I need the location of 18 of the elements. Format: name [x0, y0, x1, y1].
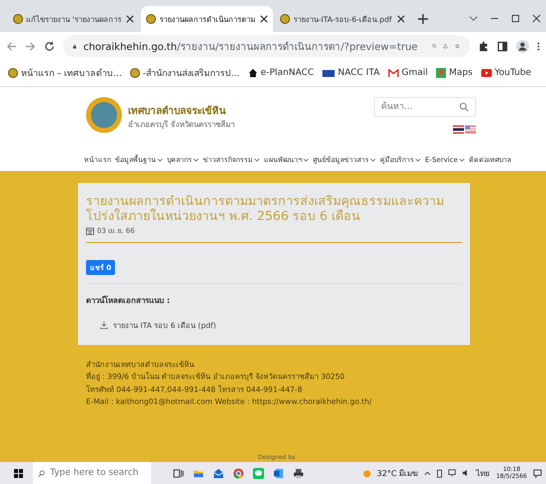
bookmark-link[interactable]: -สำนักงานส่งเสริมการป... [130, 66, 240, 80]
bookmark-link[interactable]: e-PlanNACC [248, 68, 314, 78]
bookmark-link[interactable]: YouTube [480, 68, 532, 78]
site-subtitle: อำเภอครบุรี จังหวัดนครราชสีมา [128, 119, 235, 131]
bookmark-link[interactable]: Maps [436, 68, 473, 78]
bookmark-link[interactable]: หน้าแรก – เทศบาลตำบ... [8, 66, 122, 80]
address-bar[interactable]: choraikhehin.go.th/รายงาน/รายงานผลการดำเนินการตา/?preview=true [63, 35, 470, 57]
site-name: เทศบาลตำบลจระเข้หิน [128, 104, 227, 118]
bookmark-link[interactable]: NACC ITA [322, 68, 380, 78]
search-box[interactable]: ค้นหา... [374, 97, 476, 117]
weather-text[interactable]: 32°C มีเมฆ [376, 466, 418, 480]
search-field[interactable]: ค้นหา... [381, 100, 459, 114]
bookmark-link[interactable]: Gmail [388, 68, 428, 78]
article-title: รายงานผลการดำเนินการตามมาตรการส่งเสริมคุณธรรมและความโปร่งใสภายในหน่วยงานฯ พ.ศ. 2566 รอบ 6 เดือน [86, 193, 445, 223]
taskbar-search-box[interactable]: Type here to search [33, 462, 151, 484]
attachments-heading: ดาวน์โหลดเอกสารแนบ : [86, 294, 171, 307]
language-indicator[interactable]: ไทย [476, 466, 490, 480]
taskbar-search-field[interactable]: Type here to search [50, 466, 146, 480]
